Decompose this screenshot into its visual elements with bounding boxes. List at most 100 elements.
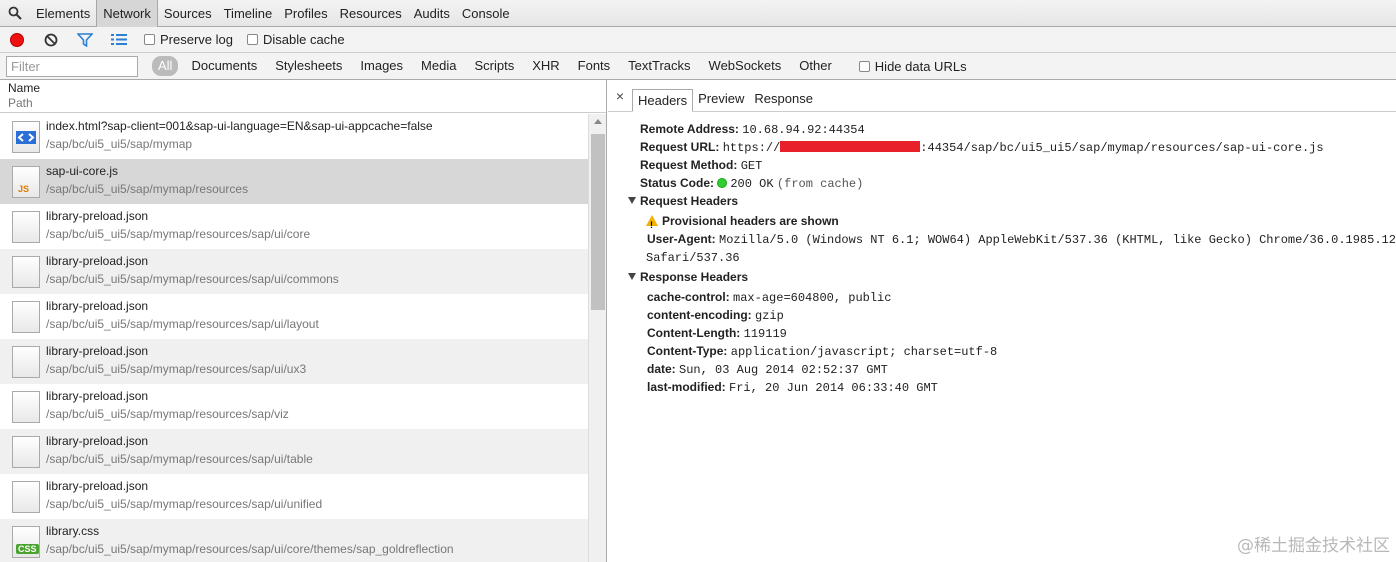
request-path: /sap/bc/ui5_ui5/sap/mymap/resources/sap/… [46, 542, 454, 556]
type-filter-stylesheets[interactable]: Stylesheets [266, 56, 351, 76]
expand-triangle-icon[interactable] [628, 273, 636, 280]
request-list-panel: Name Path index.html?sap-client=001&sap-… [0, 80, 607, 562]
search-icon[interactable] [0, 0, 30, 27]
request-row[interactable]: JS sap-ui-core.js/sap/bc/ui5_ui5/sap/myma… [0, 159, 588, 204]
request-path: /sap/bc/ui5_ui5/sap/mymap/resources/sap/… [46, 407, 289, 421]
request-url-line: Request URL: https://:44354/sap/bc/ui5_u… [640, 138, 1324, 157]
type-filter-texttracks[interactable]: TextTracks [619, 56, 699, 76]
request-detail-panel: × Headers Preview Response Remote Addres… [608, 80, 1396, 562]
request-row[interactable]: library-preload.json/sap/bc/ui5_ui5/sap/… [0, 294, 588, 339]
tab-sources[interactable]: Sources [158, 0, 218, 27]
tab-preview[interactable]: Preview [693, 88, 749, 111]
type-filter-images[interactable]: Images [351, 56, 412, 76]
request-name: sap-ui-core.js [46, 164, 119, 178]
response-headers-section[interactable]: Response Headers [628, 268, 748, 286]
record-icon [10, 32, 24, 47]
watermark-text: @稀土掘金技术社区 [1237, 536, 1390, 556]
tab-headers[interactable]: Headers [632, 89, 694, 112]
tab-elements[interactable]: Elements [30, 0, 96, 27]
response-header-line: Content-Length: 119119 [647, 324, 787, 343]
response-header-key: cache-control: [647, 290, 730, 304]
request-name: library-preload.json [46, 299, 149, 313]
request-row[interactable]: index.html?sap-client=001&sap-ui-languag… [0, 114, 588, 159]
clear-button[interactable] [34, 27, 68, 53]
type-filter-fonts[interactable]: Fonts [569, 56, 620, 76]
tab-audits[interactable]: Audits [408, 0, 456, 27]
name-column-header[interactable]: Name Path [0, 80, 606, 113]
file-type-label: JS [18, 184, 30, 194]
redaction-mark [780, 141, 921, 152]
response-header-line: cache-control: max-age=604800, public [647, 288, 891, 307]
provisional-warning: Provisional headers are shown [646, 212, 839, 234]
user-agent-line: User-Agent: Mozilla/5.0 (Windows NT 6.1;… [647, 230, 1396, 249]
preserve-log-checkbox[interactable] [144, 34, 155, 45]
tab-console[interactable]: Console [456, 0, 516, 27]
request-row[interactable]: library-preload.json/sap/bc/ui5_ui5/sap/… [0, 204, 588, 249]
request-row[interactable]: library-preload.json/sap/bc/ui5_ui5/sap/… [0, 429, 588, 474]
tab-response[interactable]: Response [749, 88, 818, 111]
tab-resources[interactable]: Resources [334, 0, 408, 27]
request-row[interactable]: library-preload.json/sap/bc/ui5_ui5/sap/… [0, 384, 588, 429]
request-row[interactable]: CSS library.css/sap/bc/ui5_ui5/sap/mymap/… [0, 519, 588, 562]
request-name: index.html?sap-client=001&sap-ui-languag… [46, 119, 433, 133]
type-filter-websockets[interactable]: WebSockets [700, 56, 791, 76]
request-url-suffix: :44354/sap/bc/ui5_ui5/sap/mymap/resource… [920, 141, 1324, 155]
request-row[interactable]: library-preload.json/sap/bc/ui5_ui5/sap/… [0, 474, 588, 519]
request-row[interactable]: library-preload.json/sap/bc/ui5_ui5/sap/… [0, 249, 588, 294]
tab-profiles[interactable]: Profiles [278, 0, 333, 27]
request-path: /sap/bc/ui5_ui5/sap/mymap/resources/sap/… [46, 317, 319, 331]
response-header-line: content-encoding: gzip [647, 306, 784, 325]
remote-address-line: Remote Address: 10.68.94.92:44354 [640, 120, 865, 139]
status-code-key: Status Code: [640, 176, 715, 190]
close-icon[interactable]: × [608, 87, 632, 111]
filter-input[interactable] [6, 55, 138, 77]
response-header-value: gzip [755, 309, 784, 323]
disable-cache-checkbox[interactable] [246, 34, 258, 45]
request-path: /sap/bc/ui5_ui5/sap/mymap/resources/sap/… [46, 362, 307, 376]
generic-file-icon [12, 256, 40, 288]
record-button[interactable] [0, 27, 34, 53]
response-header-key: date: [647, 362, 676, 376]
status-ok-icon [717, 178, 728, 188]
response-header-value: application/javascript; charset=utf-8 [730, 345, 998, 359]
css-file-icon: CSS [12, 526, 40, 558]
response-header-key: last-modified: [647, 380, 726, 394]
status-code-line: Status Code: 200 OK (from cache) [640, 174, 863, 193]
request-headers-section[interactable]: Request Headers [628, 192, 738, 210]
generic-file-icon [12, 436, 40, 468]
remote-address-value: 10.68.94.92:44354 [742, 123, 865, 137]
disable-cache-label: Disable cache [262, 32, 345, 47]
user-agent-key: User-Agent: [647, 232, 716, 246]
user-agent-value-cont: Safari/537.36 [646, 251, 740, 265]
type-filter-media[interactable]: Media [412, 56, 465, 76]
js-file-icon: JS [12, 166, 40, 198]
tab-network[interactable]: Network [96, 0, 158, 27]
large-rows-button[interactable] [102, 27, 136, 53]
preserve-log-toggle[interactable]: Preserve log [144, 32, 233, 47]
request-list-scrollbar[interactable] [588, 114, 606, 562]
scroll-up-arrow-icon[interactable] [594, 119, 602, 124]
html-file-icon [12, 121, 40, 153]
response-header-key: Content-Length: [647, 326, 741, 340]
disable-cache-toggle[interactable]: Disable cache [246, 32, 345, 47]
response-headers-title: Response Headers [640, 270, 749, 284]
hide-data-urls-toggle[interactable]: Hide data URLs [858, 59, 967, 74]
hide-data-urls-checkbox[interactable] [858, 60, 870, 72]
filter-button[interactable] [68, 27, 102, 53]
request-row[interactable]: library-preload.json/sap/bc/ui5_ui5/sap/… [0, 339, 588, 384]
user-agent-value: Mozilla/5.0 (Windows NT 6.1; WOW64) Appl… [719, 233, 1396, 247]
expand-triangle-icon[interactable] [628, 197, 636, 204]
scrollbar-thumb[interactable] [591, 134, 605, 310]
type-filter-all[interactable]: All [152, 56, 179, 76]
request-name: library-preload.json [46, 254, 149, 268]
type-filter-other[interactable]: Other [790, 56, 841, 76]
response-header-value: Sun, 03 Aug 2014 02:52:37 GMT [679, 363, 888, 377]
generic-file-icon [12, 301, 40, 333]
type-filter-scripts[interactable]: Scripts [465, 56, 523, 76]
type-filter-documents[interactable]: Documents [182, 56, 266, 76]
status-code-value: 200 OK [730, 177, 774, 191]
type-filter-xhr[interactable]: XHR [523, 56, 568, 76]
generic-file-icon [12, 346, 40, 378]
remote-address-key: Remote Address: [640, 122, 739, 136]
tab-timeline[interactable]: Timeline [218, 0, 279, 27]
